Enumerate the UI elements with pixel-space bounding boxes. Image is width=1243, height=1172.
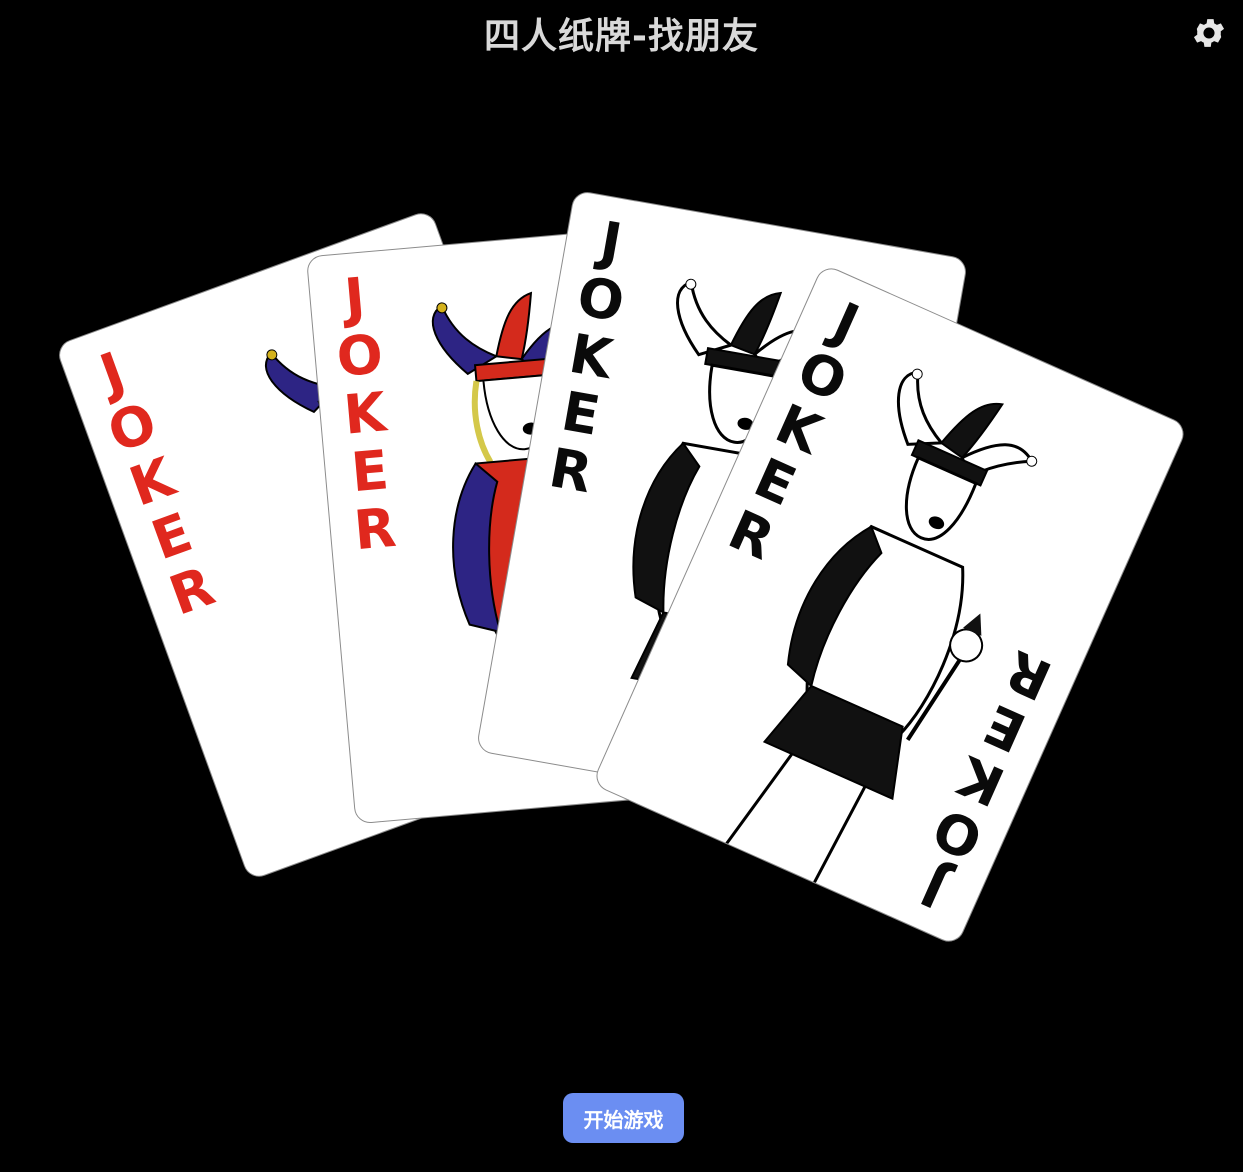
gear-icon[interactable] <box>1190 14 1228 52</box>
game-stage: 四人纸牌-找朋友 JOKER JOKER JOKER JOKER JOKER 开… <box>0 0 1243 1172</box>
start-game-button[interactable]: 开始游戏 <box>563 1093 684 1143</box>
page-title: 四人纸牌-找朋友 <box>484 16 759 57</box>
